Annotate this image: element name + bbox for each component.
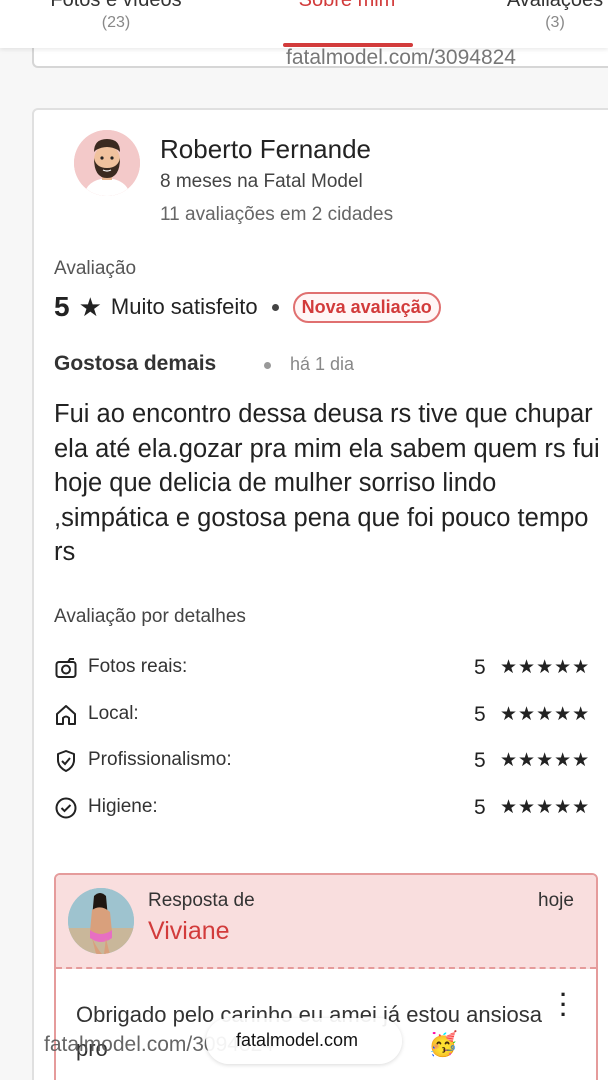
check-circle-icon	[55, 797, 77, 819]
profile-tabs: Fotos e vídeos (23) Sobre mim Avaliações…	[0, 0, 608, 48]
tab-photos-videos[interactable]: Fotos e vídeos (23)	[28, 0, 204, 34]
rating-row: 5 ★ Muito satisfeito Nova avaliação	[54, 289, 441, 325]
reply-date: hoje	[538, 890, 574, 911]
detail-label: Higiene:	[88, 796, 158, 817]
reply-from-label: Resposta de	[148, 890, 255, 911]
star-icon: ★	[78, 291, 102, 322]
tab-reviews[interactable]: Avaliações (3)	[490, 0, 608, 34]
more-options-icon[interactable]: · · ·	[560, 984, 567, 1026]
home-icon	[56, 705, 76, 725]
tab-label: Sobre mim	[298, 0, 396, 11]
detail-row-hygiene: Higiene: 5 ★★★★★	[54, 794, 599, 824]
detail-label: Fotos reais:	[88, 656, 188, 677]
detail-label: Local:	[88, 703, 139, 724]
replier-name[interactable]: Viviane	[148, 917, 230, 946]
rating-label: Avaliação	[54, 258, 137, 279]
watermark-pill-text: fatalmodel.com	[236, 1030, 359, 1050]
party-emoji-icon: 🥳	[428, 1031, 458, 1058]
reviewer-membership: 8 meses na Fatal Model	[160, 171, 363, 192]
rating-text: Muito satisfeito	[110, 294, 258, 319]
review-title: Gostosa demais	[54, 352, 217, 375]
profile-photo-icon	[68, 888, 134, 954]
stars-icon: ★★★★★	[500, 750, 591, 771]
bearded-man-avatar-icon	[74, 130, 140, 196]
stars-icon: ★★★★★	[500, 657, 591, 678]
new-review-badge: Nova avaliação	[292, 291, 441, 323]
detail-row-photos: Fotos reais: 5 ★★★★★	[54, 654, 599, 684]
stars-icon: ★★★★★	[500, 704, 591, 725]
replier-avatar[interactable]	[68, 888, 134, 954]
detail-row-location: Local: 5 ★★★★★	[54, 701, 599, 731]
detail-score: 5	[474, 703, 486, 726]
detail-score: 5	[474, 796, 486, 819]
tab-count: (3)	[545, 14, 565, 31]
tab-label: Fotos e vídeos	[50, 0, 182, 11]
detail-label: Profissionalismo:	[88, 749, 232, 770]
tab-count: (23)	[101, 14, 131, 31]
rating-value: 5	[54, 291, 70, 322]
detail-row-professionalism: Profissionalismo: 5 ★★★★★	[54, 747, 599, 777]
reply-header	[56, 875, 596, 969]
detail-score: 5	[474, 656, 486, 679]
reviewer-avatar	[74, 130, 140, 196]
reviewer-review-count: 11 avaliações em 2 cidades	[160, 204, 394, 225]
tab-about-me[interactable]: Sobre mim	[280, 0, 414, 12]
shield-check-icon	[57, 750, 75, 772]
watermark-top: fatalmodel.com/3094824	[286, 46, 516, 69]
camera-icon	[55, 658, 77, 678]
stars-icon: ★★★★★	[500, 797, 591, 818]
details-heading: Avaliação por detalhes	[54, 606, 246, 627]
review-body: Fui ao encontro dessa deusa rs tive que …	[54, 400, 600, 566]
reviewer-name[interactable]: Roberto Fernande	[160, 134, 371, 165]
detail-score: 5	[474, 749, 486, 772]
review-time: há 1 dia	[290, 354, 355, 374]
separator-dot	[271, 303, 279, 311]
tab-label: Avaliações	[506, 0, 604, 11]
separator-dot	[264, 362, 271, 369]
